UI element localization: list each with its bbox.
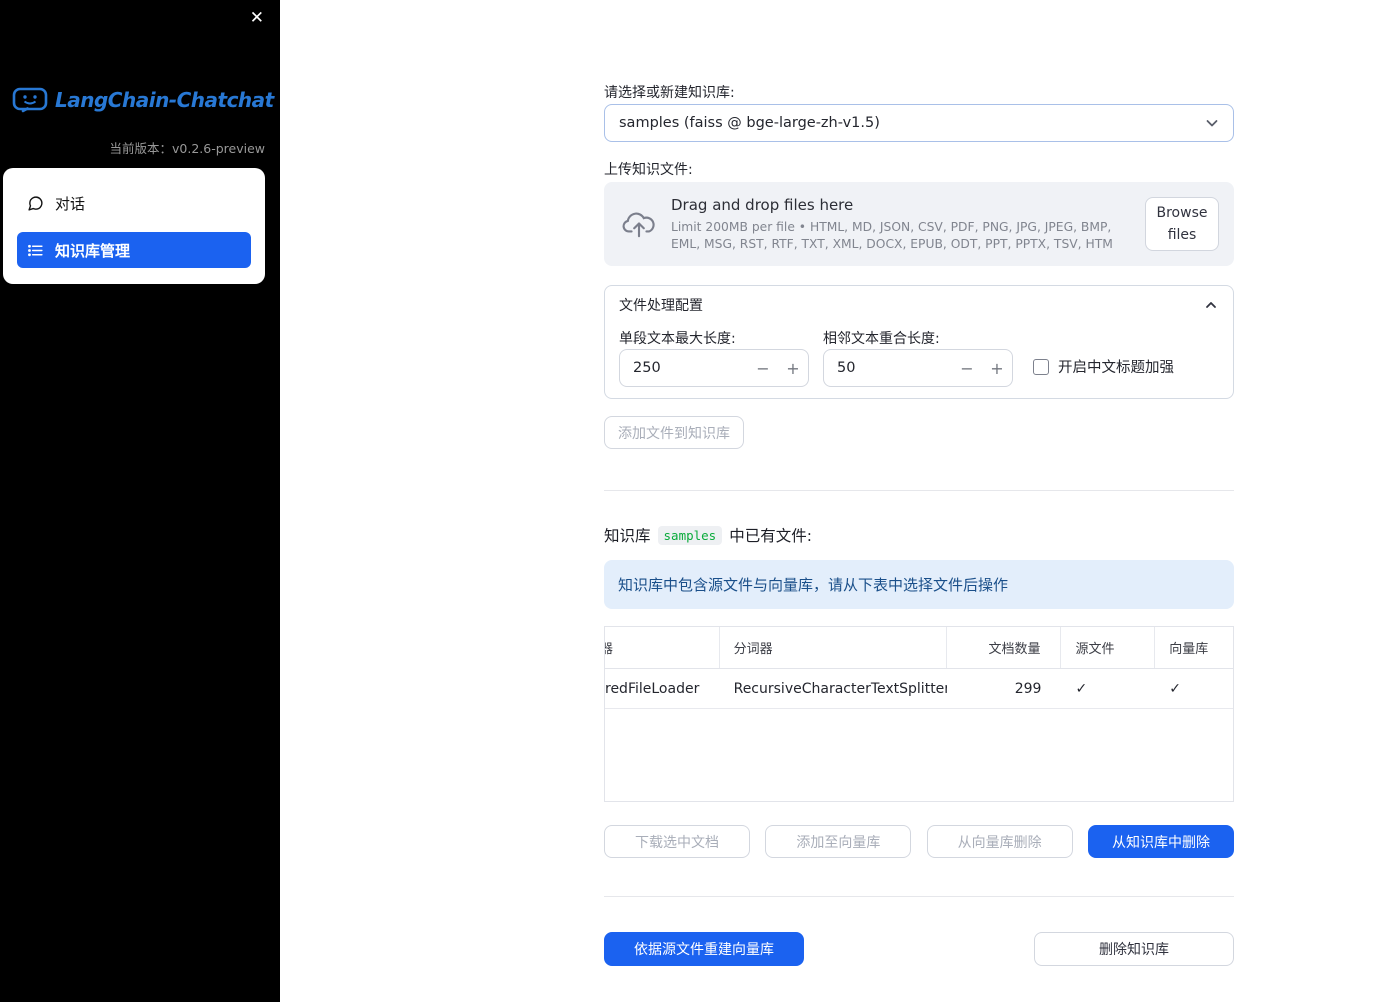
decrement-button[interactable]: − bbox=[952, 359, 982, 378]
delete-from-kb-button[interactable]: 从知识库中删除 bbox=[1087, 825, 1234, 858]
sidebar-item-label: 对话 bbox=[55, 194, 86, 213]
cell-doc-count: 299 bbox=[1014, 680, 1042, 697]
version-value: v0.2.6-preview bbox=[172, 141, 265, 156]
file-config-expander: 文件处理配置 单段文本最大长度: 相邻文本重合长度: 250 − + 50 − … bbox=[604, 285, 1234, 399]
zh-title-enhance-checkbox[interactable]: 开启中文标题加强 bbox=[1033, 356, 1174, 377]
sidebar: ✕ LangChain-Chatchat 当前版本：v0.2.6-preview… bbox=[0, 0, 280, 1002]
dropzone-text: Drag and drop files here Limit 200MB per… bbox=[671, 196, 1145, 252]
add-files-button[interactable]: 添加文件到知识库 bbox=[604, 416, 744, 449]
column-header-source-file: 源文件 bbox=[1061, 627, 1156, 668]
main-content: 请选择或新建知识库: samples (faiss @ bge-large-zh… bbox=[604, 0, 1234, 1002]
chunk-size-label: 单段文本最大长度: bbox=[619, 331, 736, 347]
overlap-size-label: 相邻文本重合长度: bbox=[823, 331, 940, 347]
download-selected-button[interactable]: 下载选中文档 bbox=[604, 825, 750, 858]
logo-text: LangChain-Chatchat bbox=[55, 88, 274, 112]
checkbox-label: 开启中文标题加强 bbox=[1058, 360, 1174, 376]
kb-selectbox[interactable]: samples (faiss @ bge-large-zh-v1.5) bbox=[604, 104, 1234, 142]
chat-logo-icon bbox=[12, 86, 48, 114]
delete-kb-button[interactable]: 删除知识库 bbox=[1034, 932, 1234, 966]
add-to-vector-button[interactable]: 添加至向量库 bbox=[765, 825, 912, 858]
cloud-upload-icon bbox=[622, 210, 656, 238]
expander-header[interactable]: 文件处理配置 bbox=[605, 286, 1233, 324]
sidebar-menu: 对话 知识库管理 bbox=[3, 168, 265, 284]
rebuild-vector-button[interactable]: 依据源文件重建向量库 bbox=[604, 932, 804, 966]
kb-selectbox-value: samples (faiss @ bge-large-zh-v1.5) bbox=[619, 115, 880, 131]
checkbox-box-icon[interactable] bbox=[1033, 358, 1049, 375]
column-header-splitter: 分词器 bbox=[720, 627, 947, 668]
overlap-size-input[interactable]: 50 − + bbox=[823, 349, 1013, 387]
app-logo: LangChain-Chatchat bbox=[12, 86, 274, 114]
info-banner: 知识库中包含源文件与向量库，请从下表中选择文件后操作 bbox=[604, 560, 1234, 609]
expander-title: 文件处理配置 bbox=[619, 298, 703, 314]
chunk-size-value: 250 bbox=[633, 360, 661, 376]
divider bbox=[604, 896, 1234, 897]
increment-button[interactable]: + bbox=[778, 359, 808, 378]
decrement-button[interactable]: − bbox=[748, 359, 778, 378]
version-prefix: 当前版本： bbox=[109, 141, 172, 156]
chevron-up-icon bbox=[1203, 297, 1219, 313]
kb-list-icon bbox=[27, 242, 44, 259]
table-header: 器 分词器 文档数量 源文件 向量库 bbox=[605, 627, 1233, 669]
kb-name-code: samples bbox=[657, 525, 723, 545]
file-actions-row: 下载选中文档 添加至向量库 从向量库删除 从知识库中删除 bbox=[604, 825, 1234, 858]
dropzone-title: Drag and drop files here bbox=[671, 195, 854, 214]
delete-from-vector-button[interactable]: 从向量库删除 bbox=[926, 825, 1073, 858]
upload-label: 上传知识文件: bbox=[604, 162, 693, 178]
sidebar-item-kb-manage[interactable]: 知识库管理 bbox=[17, 232, 251, 268]
existing-files-heading: 知识库 samples 中已有文件: bbox=[604, 524, 812, 546]
sidebar-item-label: 知识库管理 bbox=[55, 241, 131, 260]
info-banner-text: 知识库中包含源文件与向量库，请从下表中选择文件后操作 bbox=[618, 576, 1009, 594]
chevron-down-icon bbox=[1203, 114, 1221, 132]
version-label: 当前版本：v0.2.6-preview bbox=[109, 138, 265, 157]
cell-splitter: RecursiveCharacterTextSplitter bbox=[733, 680, 947, 697]
column-header-loader: 器 bbox=[605, 627, 720, 668]
column-header-vector-store: 向量库 bbox=[1169, 642, 1209, 657]
file-dropzone[interactable]: Drag and drop files here Limit 200MB per… bbox=[604, 182, 1234, 266]
divider bbox=[604, 490, 1234, 491]
column-header-doc-count: 文档数量 bbox=[947, 627, 1062, 668]
files-table[interactable]: 器 分词器 文档数量 源文件 向量库 redFileLoader Recursi… bbox=[604, 626, 1234, 802]
overlap-size-value: 50 bbox=[837, 360, 856, 376]
chunk-size-input[interactable]: 250 − + bbox=[619, 349, 809, 387]
chat-bubble-icon bbox=[27, 195, 44, 212]
cell-loader: redFileLoader bbox=[605, 680, 700, 697]
dropzone-limit: Limit 200MB per file • HTML, MD, JSON, C… bbox=[671, 219, 1113, 251]
table-row[interactable]: redFileLoader RecursiveCharacterTextSpli… bbox=[605, 669, 1233, 709]
kb-select-label: 请选择或新建知识库: bbox=[604, 85, 735, 101]
existing-files-prefix: 知识库 bbox=[604, 527, 651, 545]
increment-button[interactable]: + bbox=[982, 359, 1012, 378]
existing-files-suffix: 中已有文件: bbox=[729, 527, 812, 545]
close-icon[interactable]: ✕ bbox=[248, 8, 266, 29]
cell-vector-store-check: ✓ bbox=[1169, 680, 1181, 697]
cell-source-file-check: ✓ bbox=[1075, 680, 1088, 697]
sidebar-item-chat[interactable]: 对话 bbox=[17, 184, 251, 222]
browse-files-button[interactable]: Browse files bbox=[1145, 196, 1219, 252]
